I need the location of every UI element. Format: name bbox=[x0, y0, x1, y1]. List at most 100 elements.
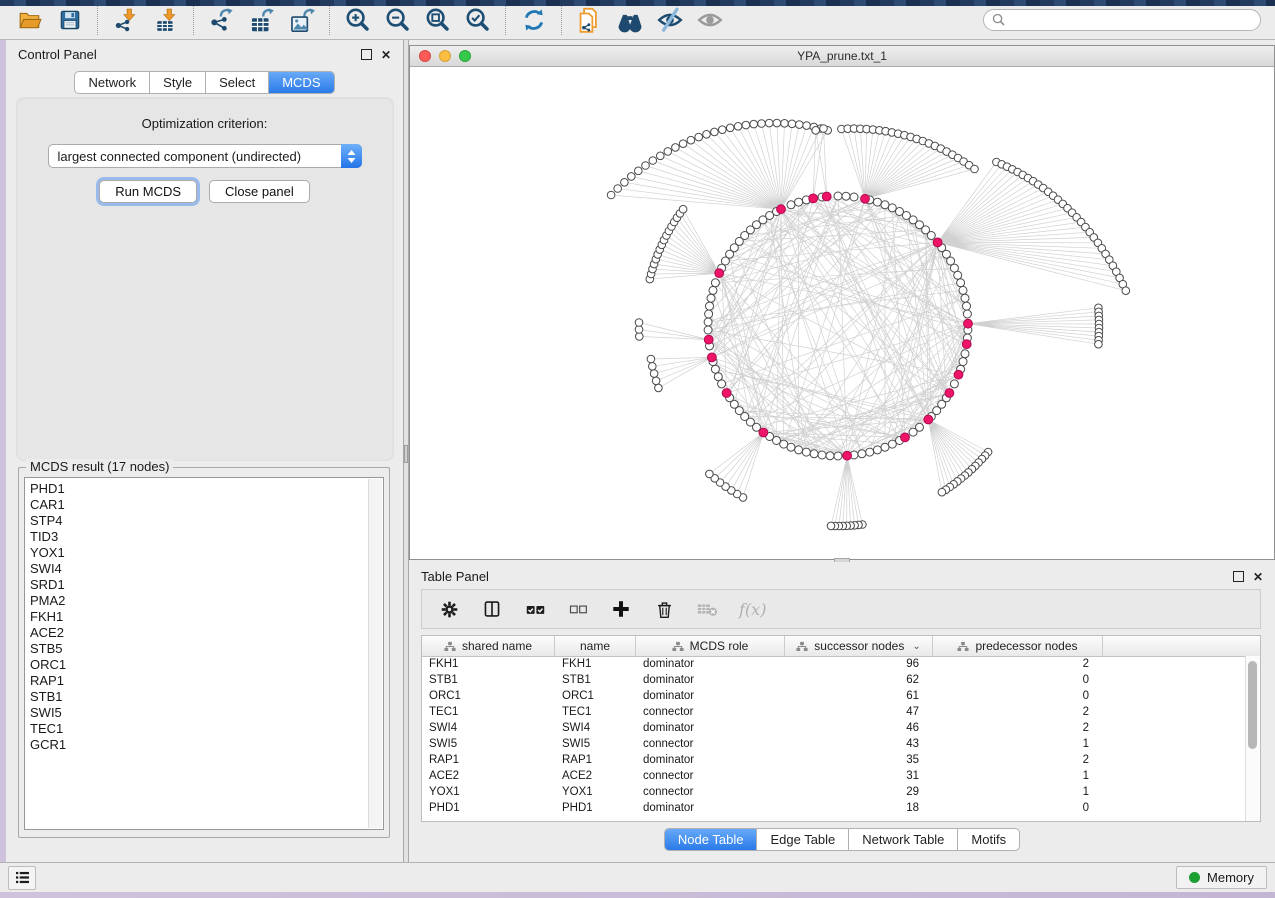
mcds-result-item[interactable]: STB5 bbox=[30, 641, 383, 657]
table-cell[interactable]: 18 bbox=[785, 800, 933, 816]
table-row[interactable]: SWI5SWI5connector431 bbox=[422, 736, 1246, 752]
add-column-icon[interactable] bbox=[610, 598, 632, 620]
table-cell[interactable]: STB1 bbox=[555, 672, 636, 688]
table-cell[interactable]: dominator bbox=[636, 800, 785, 816]
mcds-result-item[interactable]: SWI5 bbox=[30, 705, 383, 721]
mcds-result-item[interactable]: ORC1 bbox=[30, 657, 383, 673]
table-row[interactable]: ACE2ACE2connector311 bbox=[422, 768, 1246, 784]
table-scrollbar-thumb[interactable] bbox=[1248, 661, 1257, 749]
table-cell[interactable]: 1 bbox=[933, 736, 1103, 752]
table-cell[interactable]: connector bbox=[636, 736, 785, 752]
table-cell[interactable]: RAP1 bbox=[422, 752, 555, 768]
table-cell[interactable]: dominator bbox=[636, 688, 785, 704]
refresh-view-icon[interactable] bbox=[519, 5, 549, 35]
tab-motifs[interactable]: Motifs bbox=[958, 829, 1019, 850]
table-cell[interactable]: 46 bbox=[785, 720, 933, 736]
table-cell[interactable]: PHD1 bbox=[555, 800, 636, 816]
task-history-button[interactable] bbox=[8, 866, 36, 890]
import-table-icon[interactable] bbox=[151, 5, 181, 35]
export-network-icon[interactable] bbox=[207, 5, 237, 35]
table-row[interactable]: SWI4SWI4dominator462 bbox=[422, 720, 1246, 736]
float-panel-icon[interactable] bbox=[361, 49, 372, 60]
table-row[interactable]: RAP1RAP1dominator352 bbox=[422, 752, 1246, 768]
hide-selected-icon[interactable] bbox=[655, 5, 685, 35]
table-cell[interactable]: dominator bbox=[636, 656, 785, 672]
table-cell[interactable]: 29 bbox=[785, 784, 933, 800]
table-cell[interactable] bbox=[1103, 768, 1246, 784]
table-cell[interactable]: SWI5 bbox=[422, 736, 555, 752]
mcds-result-item[interactable]: SRD1 bbox=[30, 577, 383, 593]
table-cell[interactable]: ORC1 bbox=[555, 688, 636, 704]
table-cell[interactable]: STB1 bbox=[422, 672, 555, 688]
table-cell[interactable]: 0 bbox=[933, 800, 1103, 816]
delete-column-icon[interactable] bbox=[653, 598, 675, 620]
table-cell[interactable] bbox=[1103, 784, 1246, 800]
close-panel-button[interactable]: Close panel bbox=[209, 180, 310, 203]
table-row[interactable]: PHD1PHD1dominator180 bbox=[422, 800, 1246, 816]
table-row[interactable]: TEC1TEC1connector472 bbox=[422, 704, 1246, 720]
table-cell[interactable]: ACE2 bbox=[422, 768, 555, 784]
clone-network-icon[interactable] bbox=[575, 5, 605, 35]
table-cell[interactable]: YOX1 bbox=[422, 784, 555, 800]
table-cell[interactable]: 47 bbox=[785, 704, 933, 720]
table-cell[interactable]: connector bbox=[636, 768, 785, 784]
column-header-predecessor-nodes[interactable]: predecessor nodes bbox=[933, 636, 1103, 656]
table-cell[interactable]: 0 bbox=[933, 672, 1103, 688]
mcds-result-item[interactable]: STP4 bbox=[30, 513, 383, 529]
zoom-in-icon[interactable] bbox=[343, 5, 373, 35]
open-file-icon[interactable] bbox=[15, 5, 45, 35]
table-row[interactable]: YOX1YOX1connector291 bbox=[422, 784, 1246, 800]
tab-network[interactable]: Network bbox=[75, 72, 150, 93]
column-header-successor-nodes[interactable]: successor nodes ⌄ bbox=[785, 636, 933, 656]
import-network-icon[interactable] bbox=[111, 5, 141, 35]
mcds-result-list[interactable]: PHD1CAR1STP4TID3YOX1SWI4SRD1PMA2FKH1ACE2… bbox=[24, 477, 384, 830]
table-cell[interactable]: 1 bbox=[933, 784, 1103, 800]
table-row[interactable]: STB1STB1dominator620 bbox=[422, 672, 1246, 688]
zoom-selected-icon[interactable] bbox=[463, 5, 493, 35]
table-cell[interactable] bbox=[1103, 736, 1246, 752]
splitter-handle[interactable] bbox=[404, 445, 408, 463]
mcds-result-item[interactable]: RAP1 bbox=[30, 673, 383, 689]
table-cell[interactable]: 2 bbox=[933, 656, 1103, 672]
table-cell[interactable]: 2 bbox=[933, 720, 1103, 736]
memory-button[interactable]: Memory bbox=[1176, 866, 1267, 889]
mcds-result-item[interactable]: YOX1 bbox=[30, 545, 383, 561]
table-scrollbar[interactable] bbox=[1245, 656, 1260, 821]
table-cell[interactable]: 31 bbox=[785, 768, 933, 784]
table-row[interactable]: ORC1ORC1dominator610 bbox=[422, 688, 1246, 704]
tab-node-table[interactable]: Node Table bbox=[665, 829, 758, 850]
table-cell[interactable]: SWI5 bbox=[555, 736, 636, 752]
mcds-result-item[interactable]: PHD1 bbox=[30, 481, 383, 497]
table-row[interactable]: FKH1FKH1dominator962 bbox=[422, 656, 1246, 672]
zoom-out-icon[interactable] bbox=[383, 5, 413, 35]
table-cell[interactable]: FKH1 bbox=[555, 656, 636, 672]
table-cell[interactable] bbox=[1103, 752, 1246, 768]
close-panel-icon[interactable]: ✕ bbox=[381, 50, 391, 60]
table-cell[interactable]: SWI4 bbox=[422, 720, 555, 736]
table-cell[interactable]: FKH1 bbox=[422, 656, 555, 672]
tab-style[interactable]: Style bbox=[150, 72, 206, 93]
mcds-result-item[interactable]: STB1 bbox=[30, 689, 383, 705]
table-cell[interactable]: 35 bbox=[785, 752, 933, 768]
table-cell[interactable]: TEC1 bbox=[422, 704, 555, 720]
table-cell[interactable]: connector bbox=[636, 704, 785, 720]
table-cell[interactable]: RAP1 bbox=[555, 752, 636, 768]
table-cell[interactable]: connector bbox=[636, 784, 785, 800]
network-canvas[interactable] bbox=[410, 67, 1274, 559]
table-cell[interactable]: 1 bbox=[933, 768, 1103, 784]
table-options-icon[interactable] bbox=[438, 598, 460, 620]
table-cell[interactable] bbox=[1103, 688, 1246, 704]
tab-mcds[interactable]: MCDS bbox=[269, 72, 333, 93]
table-cell[interactable]: ACE2 bbox=[555, 768, 636, 784]
mcds-list-scrollbar[interactable] bbox=[368, 479, 382, 828]
mcds-result-item[interactable]: TEC1 bbox=[30, 721, 383, 737]
table-cell[interactable] bbox=[1103, 672, 1246, 688]
table-cell[interactable]: dominator bbox=[636, 720, 785, 736]
run-mcds-button[interactable]: Run MCDS bbox=[99, 180, 197, 203]
table-cell[interactable] bbox=[1103, 704, 1246, 720]
column-header-mcds-role[interactable]: MCDS role bbox=[636, 636, 785, 656]
network-graph[interactable] bbox=[410, 67, 1274, 559]
table-cell[interactable]: 61 bbox=[785, 688, 933, 704]
first-neighbors-icon[interactable] bbox=[615, 5, 645, 35]
table-cell[interactable]: TEC1 bbox=[555, 704, 636, 720]
